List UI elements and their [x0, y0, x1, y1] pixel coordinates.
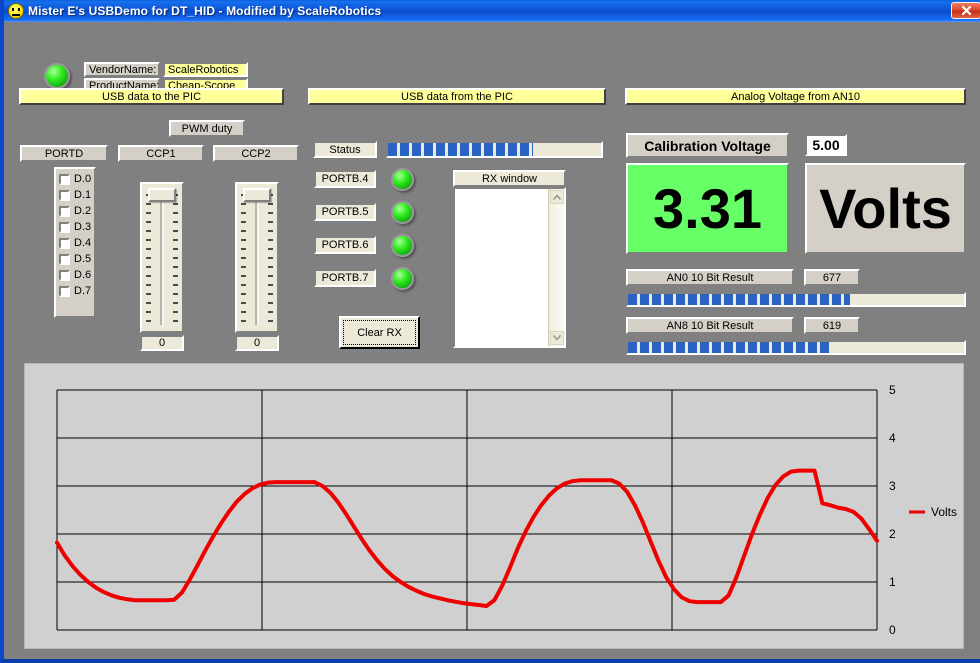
checkbox-d6[interactable] [59, 270, 70, 281]
status-progress-bar [386, 141, 603, 158]
slider-track [161, 196, 164, 325]
label-d7: D.7 [74, 285, 91, 297]
portb4-label: PORTB.4 [314, 170, 376, 188]
checkbox-d2[interactable] [59, 206, 70, 217]
svg-text:3: 3 [889, 479, 896, 493]
rx-window-textarea[interactable] [453, 187, 566, 348]
voltage-units-label: Volts [805, 163, 966, 254]
green-led-icon-portb7 [391, 267, 414, 290]
svg-text:4: 4 [889, 431, 896, 445]
label-d6: D.6 [74, 269, 91, 281]
pwm-duty-label: PWM duty [169, 120, 245, 137]
label-d5: D.5 [74, 253, 91, 265]
portb6-label: PORTB.6 [314, 236, 376, 254]
list-item[interactable]: D.0 [56, 171, 94, 187]
slider-thumb[interactable] [148, 188, 176, 202]
panel-header-analog-voltage: Analog Voltage from AN10 [625, 88, 966, 105]
close-icon[interactable] [951, 2, 980, 19]
an8-progress-bar [626, 340, 966, 355]
an0-progress-bar [626, 292, 966, 307]
calibration-voltage-label: Calibration Voltage [626, 133, 789, 158]
portd-label: PORTD [20, 145, 108, 162]
label-d1: D.1 [74, 189, 91, 201]
label-d3: D.3 [74, 221, 91, 233]
list-item[interactable]: D.3 [56, 219, 94, 235]
slider-thumb[interactable] [243, 188, 271, 202]
checkbox-d1[interactable] [59, 190, 70, 201]
chart-legend: Volts [909, 505, 957, 519]
list-item[interactable]: D.7 [56, 283, 94, 299]
portb5-label: PORTB.5 [314, 203, 376, 221]
an0-result-value: 677 [804, 269, 860, 286]
ccp1-label: CCP1 [118, 145, 204, 162]
an8-result-label: AN8 10 Bit Result [626, 317, 794, 334]
label-d2: D.2 [74, 205, 91, 217]
ccp2-value: 0 [235, 335, 279, 351]
checkbox-d0[interactable] [59, 174, 70, 185]
an8-progress-fill [628, 342, 830, 353]
list-item[interactable]: D.4 [56, 235, 94, 251]
checkbox-d5[interactable] [59, 254, 70, 265]
focus-ring [343, 320, 416, 345]
smiley-face-icon [8, 3, 24, 19]
ccp1-slider[interactable] [140, 182, 184, 333]
list-item[interactable]: D.6 [56, 267, 94, 283]
window-title: Mister E's USBDemo for DT_HID - Modified… [28, 4, 381, 18]
scrollbar[interactable] [548, 189, 564, 346]
chart-y-axis-labels: 0 1 2 3 4 5 [889, 383, 896, 637]
voltage-chart: 0 1 2 3 4 5 Volts [24, 363, 964, 649]
portb7-label: PORTB.7 [314, 269, 376, 287]
svg-text:Volts: Volts [931, 505, 957, 519]
title-bar: Mister E's USBDemo for DT_HID - Modified… [4, 0, 980, 22]
svg-text:1: 1 [889, 575, 896, 589]
calibration-voltage-input[interactable]: 5.00 [805, 134, 847, 156]
slider-ticks-left [241, 194, 246, 325]
app-window: Mister E's USBDemo for DT_HID - Modified… [0, 0, 980, 663]
rx-window-title: RX window [453, 170, 566, 187]
slider-ticks-right [173, 194, 178, 325]
scroll-up-icon[interactable] [550, 190, 564, 204]
list-item[interactable]: D.1 [56, 187, 94, 203]
portd-checkbox-group: D.0 D.1 D.2 D.3 D.4 D.5 [54, 167, 96, 318]
status-progress-fill [388, 143, 533, 156]
clear-rx-button[interactable]: Clear RX [339, 316, 420, 349]
client-area: VendorName: ProductName: ScaleRobotics C… [8, 22, 980, 659]
status-label: Status [313, 141, 377, 158]
slider-ticks-left [146, 194, 151, 325]
ccp2-label: CCP2 [213, 145, 299, 162]
panel-header-usb-from-pic: USB data from the PIC [308, 88, 606, 105]
ccp1-value: 0 [140, 335, 184, 351]
green-led-icon-portb5 [391, 201, 414, 224]
an0-progress-fill [628, 294, 850, 305]
slider-track [256, 196, 259, 325]
ccp2-slider[interactable] [235, 182, 279, 333]
list-item[interactable]: D.2 [56, 203, 94, 219]
an8-result-value: 619 [804, 317, 860, 334]
green-led-icon-portb4 [391, 168, 414, 191]
svg-text:5: 5 [889, 383, 896, 397]
rx-window-content [455, 191, 459, 207]
vendor-name-label: VendorName: [84, 62, 160, 77]
list-item[interactable]: D.5 [56, 251, 94, 267]
slider-ticks-right [268, 194, 273, 325]
checkbox-d4[interactable] [59, 238, 70, 249]
chart-svg: 0 1 2 3 4 5 Volts [25, 364, 963, 648]
label-d4: D.4 [74, 237, 91, 249]
green-led-icon-portb6 [391, 234, 414, 257]
checkbox-d7[interactable] [59, 286, 70, 297]
vendor-name-value[interactable]: ScaleRobotics [163, 62, 248, 77]
an0-result-label: AN0 10 Bit Result [626, 269, 794, 286]
label-d0: D.0 [74, 173, 91, 185]
panel-header-usb-to-pic: USB data to the PIC [19, 88, 284, 105]
svg-text:2: 2 [889, 527, 896, 541]
checkbox-d3[interactable] [59, 222, 70, 233]
svg-text:0: 0 [889, 623, 896, 637]
green-led-icon-connection [44, 63, 70, 89]
voltage-readout: 3.31 [626, 163, 789, 254]
scroll-down-icon[interactable] [550, 331, 564, 345]
